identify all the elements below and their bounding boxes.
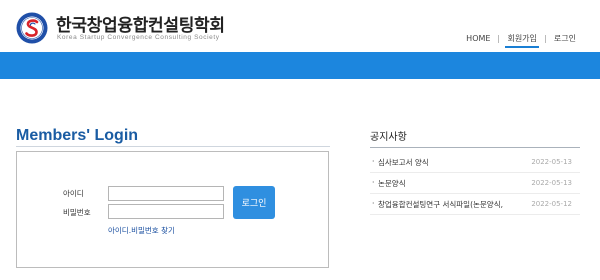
login-form: 아이디 비밀번호 로그인 아이디.비밀번호 찾기 [16, 151, 329, 268]
password-input[interactable] [108, 204, 224, 219]
nav-signup-link[interactable]: 회원가입 [505, 33, 540, 48]
notice-item[interactable]: · 창업융합컨설팅연구 서식파일(논문양식, 2022-05-12 [372, 199, 582, 213]
nav-login-link[interactable]: 로그인 [552, 33, 578, 44]
notice-divider [370, 214, 580, 215]
user-id-label: 아이디 [63, 189, 84, 198]
site-subtitle: Korea Startup Convergence Consulting Soc… [57, 34, 220, 41]
bullet-icon: · [372, 157, 375, 166]
notice-board-title[interactable]: 공지사항 [370, 128, 407, 143]
hero-banner [0, 52, 600, 79]
site-title[interactable]: 한국창업융합컨설팅학회 [56, 11, 225, 36]
notice-divider [370, 172, 580, 173]
login-heading-divider [16, 146, 330, 147]
site-header: 한국창업융합컨설팅학회 Korea Startup Convergence Co… [0, 0, 600, 54]
bullet-icon: · [372, 178, 375, 187]
notice-item[interactable]: · 심사보고서 양식 2022-05-13 [372, 157, 582, 171]
find-id-password-link[interactable]: 아이디.비밀번호 찾기 [108, 225, 175, 236]
notice-item-title[interactable]: 심사보고서 양식 [378, 157, 429, 168]
nav-separator [498, 34, 500, 43]
notice-item-title[interactable]: 창업융합컨설팅연구 서식파일(논문양식, [378, 199, 503, 210]
notice-divider [370, 193, 580, 194]
nav-separator [544, 34, 546, 43]
notice-item-date: 2022-05-12 [531, 200, 572, 208]
notice-item-date: 2022-05-13 [531, 158, 572, 166]
notice-item[interactable]: · 논문양식 2022-05-13 [372, 178, 582, 192]
notice-item-title[interactable]: 논문양식 [378, 178, 406, 189]
password-label: 비밀번호 [63, 208, 91, 217]
login-button[interactable]: 로그인 [233, 186, 275, 219]
society-emblem-icon[interactable] [16, 12, 48, 44]
top-navigation: HOME 회원가입 로그인 [464, 33, 578, 48]
bullet-icon: · [372, 199, 375, 208]
notice-title-divider [370, 147, 580, 148]
login-heading: Members' Login [16, 127, 139, 144]
user-id-input[interactable] [108, 186, 224, 201]
notice-item-date: 2022-05-13 [531, 179, 572, 187]
nav-home-link[interactable]: HOME [464, 34, 492, 43]
